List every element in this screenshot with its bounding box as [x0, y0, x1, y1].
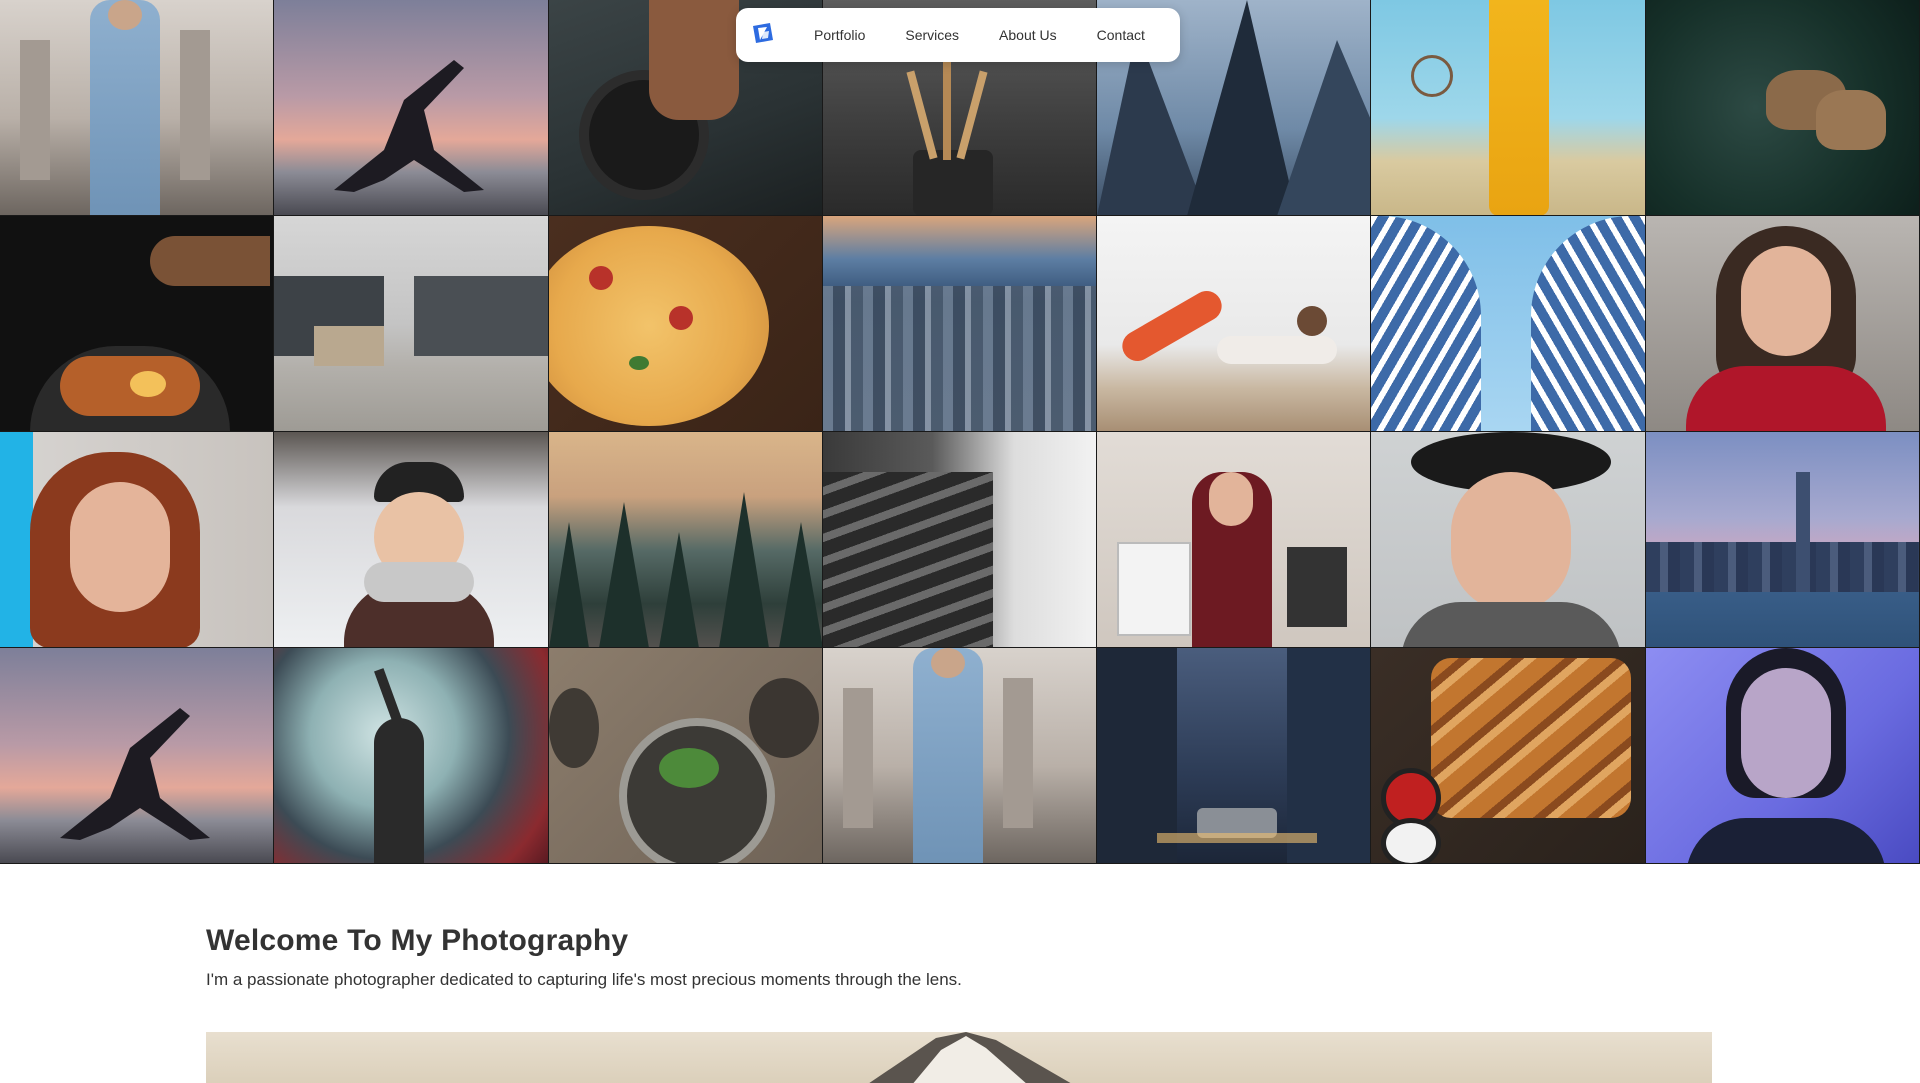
gallery-photo[interactable]	[1097, 432, 1372, 648]
gallery-photo[interactable]	[1371, 216, 1646, 432]
gallery-photo[interactable]	[548, 648, 823, 864]
nav-link-services[interactable]: Services	[905, 27, 959, 43]
gallery-photo[interactable]	[1645, 0, 1920, 216]
gallery-photo[interactable]	[0, 0, 275, 216]
gallery-photo[interactable]	[1097, 216, 1372, 432]
gallery-photo[interactable]	[1097, 648, 1372, 864]
mountain-peak-shape	[869, 1032, 1071, 1083]
gallery-photo[interactable]	[0, 648, 275, 864]
welcome-section: Welcome To My Photography I'm a passiona…	[206, 924, 1712, 990]
gallery-photo[interactable]	[822, 432, 1098, 648]
gallery-photo[interactable]	[0, 216, 275, 432]
nav-link-contact[interactable]: Contact	[1097, 27, 1145, 43]
gallery-photo[interactable]	[274, 216, 549, 432]
welcome-text: I'm a passionate photographer dedicated …	[206, 970, 962, 989]
logo-icon[interactable]	[746, 18, 780, 52]
top-navigation: Portfolio Services About Us Contact	[736, 8, 1180, 62]
page: Portfolio Services About Us Contact Welc…	[0, 0, 1920, 1083]
gallery-photo[interactable]	[1645, 648, 1920, 864]
gallery-photo[interactable]	[1371, 0, 1646, 216]
gallery-photo[interactable]	[822, 216, 1098, 432]
gallery-photo[interactable]	[274, 648, 549, 864]
gallery-photo[interactable]	[822, 648, 1098, 864]
gallery-photo[interactable]	[1371, 648, 1646, 864]
gallery-photo[interactable]	[1645, 432, 1920, 648]
gallery-photo[interactable]	[1645, 216, 1920, 432]
nav-link-portfolio[interactable]: Portfolio	[814, 27, 865, 43]
photo-gallery	[0, 0, 1920, 864]
gallery-photo[interactable]	[274, 432, 549, 648]
banner-photo	[206, 1032, 1712, 1083]
gallery-photo[interactable]	[274, 0, 549, 216]
gallery-photo[interactable]	[548, 432, 823, 648]
gallery-photo[interactable]	[1371, 432, 1646, 648]
gallery-photo[interactable]	[0, 432, 275, 648]
welcome-title: Welcome To My Photography	[206, 924, 629, 957]
gallery-photo[interactable]	[548, 216, 823, 432]
nav-link-about-us[interactable]: About Us	[999, 27, 1057, 43]
